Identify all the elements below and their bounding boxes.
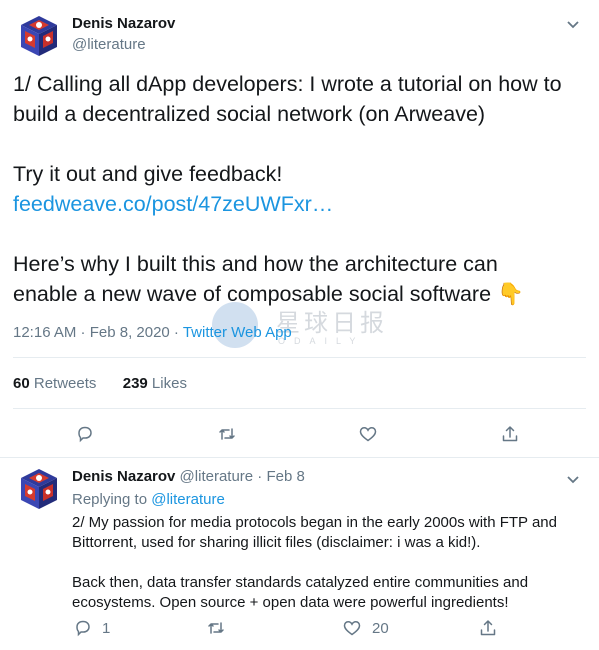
like-button[interactable]: 20 <box>342 617 389 639</box>
retweets-stat[interactable]: 60 Retweets <box>13 375 96 392</box>
replying-to: Replying to @literature <box>72 491 225 508</box>
reply-count: 1 <box>102 619 111 637</box>
share-icon <box>502 426 518 442</box>
tweet-link[interactable]: feedweave.co/post/47zeUWFxr… <box>13 189 593 219</box>
reply-actions: 1 20 <box>0 617 599 641</box>
reply-text: 2/ My passion for media protocols began … <box>72 513 592 613</box>
reply-author-name[interactable]: Denis Nazarov <box>72 468 175 485</box>
reply-button[interactable]: 1 <box>73 617 110 639</box>
reply-avatar[interactable] <box>15 465 63 513</box>
tweet-line: build a decentralized social network (on… <box>13 102 486 126</box>
share-button[interactable] <box>500 423 520 445</box>
like-icon <box>359 427 377 442</box>
share-icon <box>480 620 496 636</box>
author-handle[interactable]: @literature <box>72 36 146 53</box>
reply-line: ecosystems. Open source + open data were… <box>72 594 509 611</box>
divider <box>13 357 586 358</box>
reply-button[interactable] <box>75 423 95 445</box>
retweet-icon <box>208 622 224 634</box>
retweet-icon <box>219 428 235 440</box>
reply-icon <box>78 426 92 443</box>
main-actions <box>0 423 599 447</box>
avatar-cube-icon <box>21 16 57 56</box>
replying-to-label: Replying to <box>72 491 152 508</box>
chevron-down-icon[interactable] <box>566 472 580 484</box>
main-tweet: Denis Nazarov @literature 1/ Calling all… <box>0 0 599 458</box>
tweet-text: 1/ Calling all dApp developers: I wrote … <box>13 69 593 309</box>
author-name[interactable]: Denis Nazarov <box>72 15 175 32</box>
reply-icon <box>76 620 90 637</box>
reply-date[interactable]: · Feb 8 <box>253 468 305 485</box>
pointing-down-emoji: 👇 <box>497 282 524 306</box>
tweet-line: Here’s why I built this and how the arch… <box>13 252 498 276</box>
likes-stat[interactable]: 239 Likes <box>123 375 187 392</box>
likes-count: 239 <box>122 375 148 392</box>
avatar[interactable] <box>15 12 63 60</box>
reply-header: Denis Nazarov @literature · Feb 8 <box>72 468 305 485</box>
timestamp[interactable]: 12:16 AM · Feb 8, 2020 · <box>13 324 183 341</box>
reply-line: 2/ My passion for media protocols began … <box>72 514 557 531</box>
source-link[interactable]: Twitter Web App <box>183 324 292 341</box>
like-icon <box>343 621 361 636</box>
like-count: 20 <box>372 619 389 637</box>
likes-label: Likes <box>147 375 187 392</box>
tweet-separator <box>0 457 599 458</box>
tweet-line: Try it out and give feedback! <box>13 162 283 186</box>
reply-author-handle[interactable]: @literature <box>180 468 254 485</box>
divider <box>13 408 586 409</box>
like-button[interactable] <box>358 423 378 445</box>
chevron-down-icon[interactable] <box>566 17 580 29</box>
tweet-meta: 12:16 AM · Feb 8, 2020 · Twitter Web App <box>13 324 292 341</box>
reply-line: Back then, data transfer standards catal… <box>72 574 529 591</box>
retweet-button[interactable] <box>217 423 237 445</box>
watermark-text: 星球日报 <box>276 309 388 337</box>
retweet-button[interactable] <box>206 617 226 639</box>
retweets-count: 60 <box>13 375 30 392</box>
retweets-label: Retweets <box>29 375 97 392</box>
avatar-cube-icon <box>21 469 57 509</box>
replying-to-handle[interactable]: @literature <box>151 491 225 508</box>
reply-line: Bittorrent, used for sharing illicit fil… <box>72 534 481 551</box>
share-button[interactable] <box>478 617 498 639</box>
tweet-stats: 60 Retweets 239 Likes <box>13 375 187 392</box>
tweet-line: 1/ Calling all dApp developers: I wrote … <box>13 72 562 96</box>
